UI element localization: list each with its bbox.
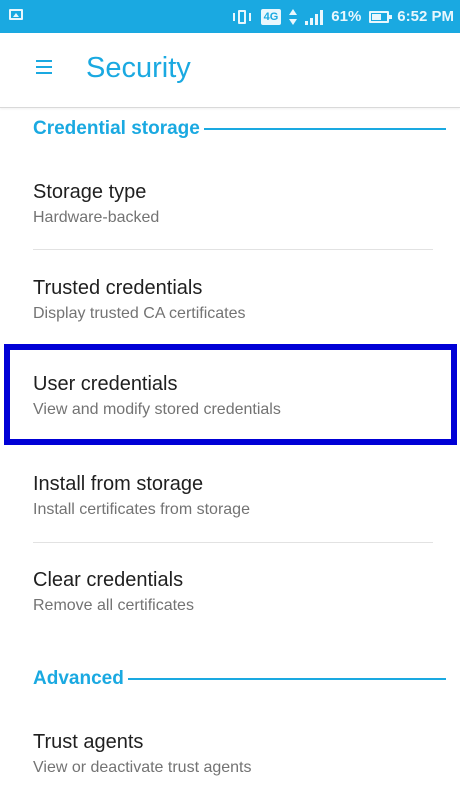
item-subtitle: Remove all certificates — [33, 597, 194, 614]
section-header-advanced: Advanced — [33, 668, 446, 690]
list-item-trusted-credentials[interactable]: Trusted credentials Display trusted CA c… — [33, 276, 433, 324]
status-icons: 4G 61% 6:52 PM — [231, 0, 454, 33]
status-time: 6:52 PM — [397, 8, 454, 25]
list-item-storage-type[interactable]: Storage type Hardware-backed — [33, 180, 433, 228]
battery-icon — [369, 10, 393, 23]
item-subtitle: Display trusted CA certificates — [33, 305, 246, 322]
signal-icon — [305, 9, 324, 25]
list-item-clear-credentials[interactable]: Clear credentials Remove all certificate… — [33, 568, 433, 616]
item-subtitle: Hardware-backed — [33, 209, 160, 226]
image-icon — [9, 9, 23, 20]
section-divider — [127, 678, 446, 680]
status-bar: 4G 61% 6:52 PM — [0, 0, 460, 33]
menu-icon[interactable] — [36, 58, 52, 74]
list-item-install-from-storage[interactable]: Install from storage Install certificate… — [33, 472, 433, 520]
network-type-badge: 4G — [260, 8, 282, 25]
section-label: Advanced — [33, 668, 124, 689]
data-arrows-icon — [289, 8, 298, 26]
page-title: Security — [86, 52, 191, 84]
section-divider — [203, 128, 446, 130]
section-header-credential-storage: Credential storage — [33, 118, 446, 140]
section-label: Credential storage — [33, 118, 200, 139]
vibrate-icon — [231, 8, 253, 26]
divider — [33, 249, 433, 250]
battery-percent: 61% — [331, 8, 362, 25]
selection-highlight — [4, 344, 457, 445]
item-subtitle: View or deactivate trust agents — [33, 759, 252, 776]
item-title: Install from storage — [33, 473, 204, 495]
item-title: Trust agents — [33, 731, 144, 753]
item-title: Trusted credentials — [33, 277, 203, 299]
item-title: Clear credentials — [33, 569, 184, 591]
item-title: Storage type — [33, 181, 147, 203]
list-item-trust-agents[interactable]: Trust agents View or deactivate trust ag… — [33, 730, 433, 778]
divider — [33, 542, 433, 543]
item-subtitle: Install certificates from storage — [33, 501, 250, 518]
app-bar: Security — [0, 33, 460, 108]
